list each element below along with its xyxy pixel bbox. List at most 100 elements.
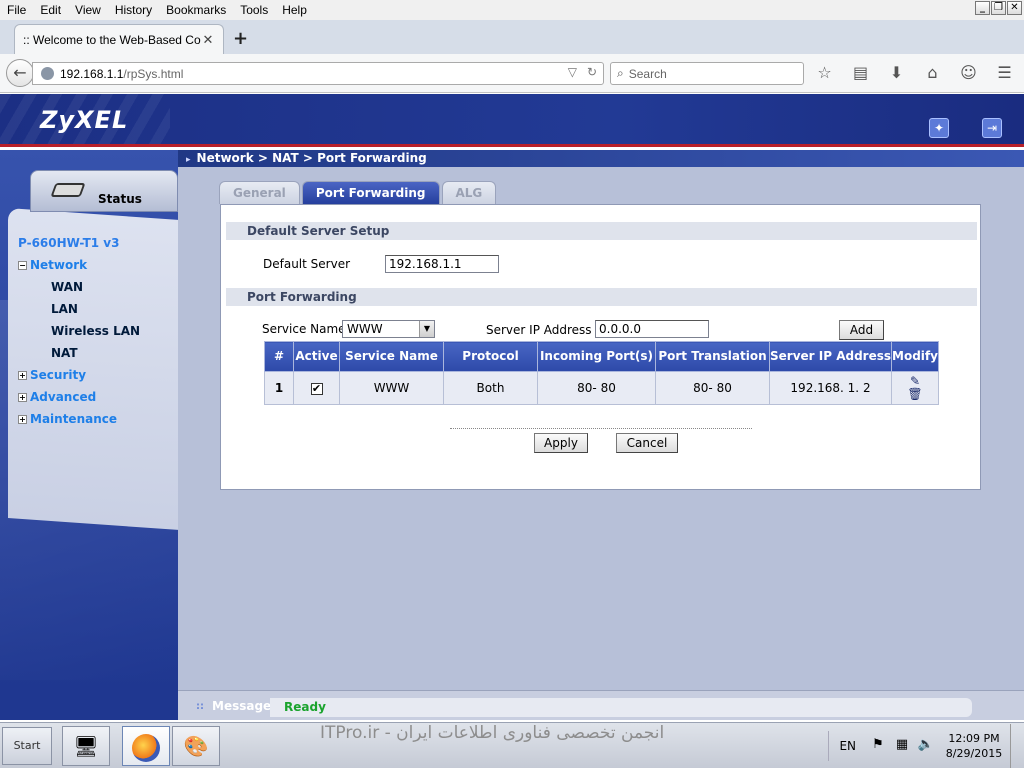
reload-icon[interactable]: ↻ — [587, 65, 597, 79]
zyxel-header: ZyXEL ✦ ⇥ — [0, 94, 1024, 147]
minimize-button[interactable]: _ — [975, 1, 990, 15]
clock[interactable]: 12:09 PM 8/29/2015 — [938, 731, 1010, 761]
browser-tab[interactable]: :: Welcome to the Web-Based Co... ✕ — [14, 24, 224, 54]
menu-file[interactable]: File — [0, 3, 33, 17]
active-checkbox[interactable]: ✔ — [310, 383, 323, 395]
search-input[interactable]: ⌕ Search — [610, 62, 804, 85]
col-server-ip: Server IP Address — [769, 341, 892, 372]
chat-icon[interactable]: ☺ — [956, 62, 981, 84]
default-server-input[interactable]: 192.168.1.1 — [385, 255, 499, 273]
restore-button[interactable]: ❐ — [991, 1, 1006, 15]
nav-advanced[interactable]: + Advanced — [18, 386, 178, 408]
network-icon[interactable]: ▦ — [892, 737, 912, 755]
menu-help[interactable]: Help — [275, 3, 314, 17]
row-server-ip: 192.168. 1. 2 — [769, 371, 892, 405]
globe-icon — [41, 67, 54, 80]
row-active-cell: ✔ — [293, 371, 340, 405]
wizard-icon[interactable]: ✦ — [929, 118, 949, 138]
taskbar-explorer[interactable]: 🖥 — [62, 726, 110, 766]
new-tab-button[interactable]: + — [233, 28, 248, 49]
back-button[interactable]: ← — [6, 59, 34, 87]
language-indicator[interactable]: EN — [828, 731, 866, 761]
col-service-name: Service Name — [339, 341, 444, 372]
server-ip-input[interactable]: 0.0.0.0 — [595, 320, 709, 338]
default-server-label: Default Server — [263, 257, 351, 271]
cancel-button[interactable]: Cancel — [616, 433, 678, 453]
nav-lan[interactable]: LAN — [18, 298, 178, 320]
nav-wireless-lan[interactable]: Wireless LAN — [18, 320, 178, 342]
nav-nat[interactable]: NAT — [18, 342, 178, 364]
volume-icon[interactable]: 🔈 — [916, 737, 936, 755]
navigation-bar: ← 192.168.1.1/rpSys.html ▽ ↻ ⌕ Search ☆ … — [0, 54, 1024, 93]
url-host: 192.168.1.1 — [60, 66, 124, 81]
menu-view[interactable]: View — [68, 3, 108, 17]
trash-icon[interactable]: 🗑 — [907, 388, 922, 401]
nav-network[interactable]: − Network — [18, 254, 178, 276]
nav-security[interactable]: + Security — [18, 364, 178, 386]
url-path: /rpSys.html — [123, 66, 184, 81]
message-bar: :: Message Ready — [178, 690, 1024, 720]
tab-title: :: Welcome to the Web-Based Co... — [23, 32, 201, 47]
close-tab-icon[interactable]: ✕ — [201, 32, 215, 48]
col-protocol: Protocol — [443, 341, 538, 372]
firefox-icon — [132, 733, 160, 762]
tab-port-forwarding[interactable]: Port Forwarding — [301, 181, 440, 204]
start-button[interactable]: Start — [2, 727, 52, 765]
message-label: :: Message — [196, 699, 271, 713]
divider — [450, 428, 752, 429]
show-desktop-button[interactable] — [1010, 724, 1024, 768]
menu-edit[interactable]: Edit — [33, 3, 68, 17]
add-button[interactable]: Add — [839, 320, 884, 340]
menu-history[interactable]: History — [108, 3, 159, 17]
action-center-icon[interactable]: ⚑ — [868, 737, 888, 755]
row-protocol: Both — [443, 371, 538, 405]
expand-icon[interactable]: + — [18, 414, 27, 424]
row-modify-cell: ✎ 🗑 — [891, 371, 939, 405]
dropdown-history-icon[interactable]: ▽ — [568, 65, 577, 79]
menu-tools[interactable]: Tools — [233, 3, 275, 17]
service-name-value: WWW — [347, 322, 383, 336]
expand-icon[interactable]: + — [18, 370, 27, 380]
url-bar[interactable]: 192.168.1.1/rpSys.html ▽ ↻ — [32, 62, 604, 85]
apply-button[interactable]: Apply — [534, 433, 588, 453]
expand-icon[interactable]: + — [18, 392, 27, 402]
device-model: P-660HW-T1 v3 — [18, 236, 120, 250]
taskbar-firefox[interactable] — [122, 726, 170, 766]
status-label: Status — [98, 192, 142, 206]
close-window-button[interactable]: ✕ — [1007, 1, 1022, 15]
row-num: 1 — [264, 371, 294, 405]
computer-icon: 🖥 — [73, 734, 99, 758]
taskbar: Start 🖥 🎨 انجمن تخصصی فناوری اطلاعات ایر… — [0, 722, 1024, 768]
paint-icon: 🎨 — [183, 734, 209, 758]
hamburger-menu-icon[interactable]: ☰ — [992, 62, 1017, 84]
bookmark-star-icon[interactable]: ☆ — [812, 62, 837, 84]
logout-icon[interactable]: ⇥ — [982, 118, 1002, 138]
message-label-text: Message — [212, 699, 272, 713]
system-tray: EN ⚑ ▦ 🔈 12:09 PM 8/29/2015 — [828, 723, 1024, 768]
breadcrumb-arrow-icon: ▸ — [186, 155, 191, 165]
port-forwarding-section-header: Port Forwarding — [226, 288, 977, 306]
zyxel-logo: ZyXEL — [40, 106, 129, 134]
home-icon[interactable]: ⌂ — [920, 62, 945, 84]
settings-panel: Default Server Setup Default Server 192.… — [220, 204, 981, 490]
status-message: Ready — [270, 698, 972, 717]
nav-wan[interactable]: WAN — [18, 276, 178, 298]
breadcrumb: ▸ Network > NAT > Port Forwarding — [178, 150, 1024, 167]
tab-alg[interactable]: ALG — [441, 181, 497, 204]
window-controls: _ ❐ ✕ — [975, 1, 1022, 15]
collapse-icon[interactable]: − — [18, 260, 27, 270]
reading-list-icon[interactable]: ▤ — [848, 62, 873, 84]
col-active: Active — [293, 341, 340, 372]
dropdown-arrow-icon[interactable]: ▼ — [419, 321, 434, 337]
table-row: 1 ✔ WWW Both 80- 80 80- 80 192.168. 1. 2… — [264, 371, 939, 405]
left-panel-footer — [0, 690, 178, 720]
row-service-name: WWW — [339, 371, 444, 405]
menu-bookmarks[interactable]: Bookmarks — [159, 3, 233, 17]
nav-maintenance[interactable]: + Maintenance — [18, 408, 178, 430]
status-button[interactable]: Status — [30, 170, 178, 212]
download-icon[interactable]: ⬇ — [884, 62, 909, 84]
tab-general[interactable]: General — [219, 181, 300, 204]
taskbar-paint[interactable]: 🎨 — [172, 726, 220, 766]
service-name-select[interactable]: WWW ▼ — [342, 320, 435, 338]
left-panel: Status P-660HW-T1 v3 − Network WAN LAN W… — [0, 150, 178, 690]
